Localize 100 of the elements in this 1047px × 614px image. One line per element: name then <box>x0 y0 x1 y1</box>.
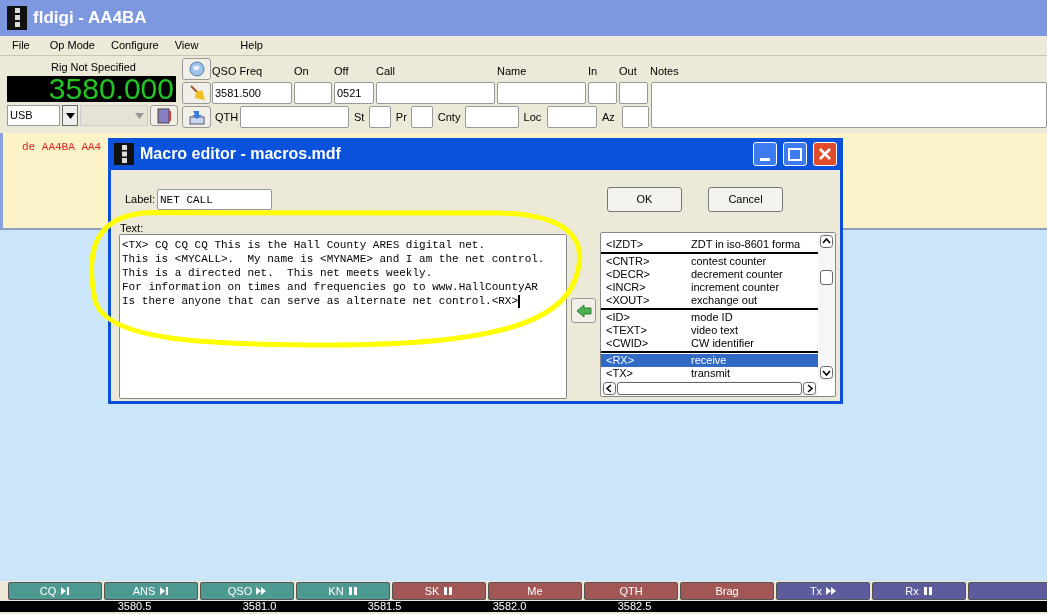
clear-button[interactable] <box>182 82 211 104</box>
scale-label: 3582.0 <box>492 601 527 612</box>
scale-label: 3582.5 <box>617 601 652 612</box>
minimize-button[interactable] <box>753 142 777 166</box>
maximize-button[interactable] <box>783 142 807 166</box>
input-field[interactable] <box>619 82 648 104</box>
list-row[interactable]: <RX> receive <box>601 354 818 367</box>
save-button[interactable] <box>182 106 211 128</box>
macro-tag: <CNTR> <box>606 255 691 268</box>
input-field[interactable] <box>588 82 617 104</box>
step-icon <box>159 586 170 596</box>
left-arrow-icon <box>575 303 592 318</box>
vertical-scrollbar[interactable] <box>818 233 835 381</box>
input-field[interactable] <box>622 106 649 128</box>
logbook-button[interactable] <box>150 105 178 126</box>
globe-icon <box>188 61 205 77</box>
scale-label: 3580.5 <box>117 601 152 612</box>
close-button[interactable] <box>813 142 837 166</box>
list-row[interactable]: <CNTR> contest counter <box>601 255 818 268</box>
macro-button[interactable]: QTH <box>584 582 678 600</box>
input-field[interactable] <box>368 106 391 128</box>
scroll-thumb[interactable] <box>820 269 833 285</box>
field-label: St <box>353 109 366 125</box>
dropdown-button[interactable] <box>62 105 78 126</box>
menu-item[interactable]: Help <box>240 37 263 54</box>
scroll-left-icon <box>603 382 616 395</box>
macro-list[interactable]: <IZDT> ZDT in iso-8601 forma <CNTR> contest counter <DECR> decrement counter <INCR> increment counter <XOUT> exchange out <ID> mode ID <TEXT> video text <CWID> CW identifier <RX> receive <TX> transmit <box>600 232 836 397</box>
macro-button[interactable]: SK <box>392 582 486 600</box>
input-field[interactable]: 0521 <box>334 82 374 104</box>
field-label: Notes <box>650 64 679 79</box>
scale-label: 3581.5 <box>367 601 402 612</box>
fast-forward-icon <box>256 586 267 596</box>
macro-button[interactable]: Brag <box>680 582 774 600</box>
field-label: Off <box>334 64 349 79</box>
text-caption: Text: <box>119 222 144 234</box>
minimize-icon <box>760 158 770 161</box>
field-label: Name <box>497 64 527 79</box>
list-row[interactable]: <ID> mode ID <box>601 311 818 324</box>
macro-description: video text <box>691 324 739 337</box>
macro-description: contest counter <box>691 255 767 268</box>
mode-combo[interactable]: USB <box>7 105 60 126</box>
arrow-icon <box>188 109 205 125</box>
list-row[interactable]: <IZDT> ZDT in iso-8601 forma <box>601 238 818 251</box>
app-icon <box>114 143 134 165</box>
insert-button[interactable] <box>571 298 596 323</box>
dialog-title: Macro editor - macros.mdf <box>140 144 342 164</box>
list-row[interactable]: <TX> transmit <box>601 367 818 380</box>
input-field[interactable] <box>465 106 519 128</box>
input-field[interactable] <box>651 82 1047 128</box>
macro-tag: <INCR> <box>606 281 691 294</box>
text-line: For information on times and frequencies go to www.HallCountyAR <box>122 280 538 294</box>
globe-button[interactable] <box>182 58 211 80</box>
list-row[interactable]: <TEXT> video text <box>601 324 818 337</box>
field-label: Out <box>619 64 637 79</box>
input-field[interactable] <box>410 106 433 128</box>
macro-button[interactable]: Me <box>488 582 582 600</box>
macro-description: exchange out <box>691 294 758 307</box>
scroll-thumb[interactable] <box>617 382 802 395</box>
input-field[interactable] <box>497 82 586 104</box>
text-line: <TX> CQ CQ CQ This is the Hall County ARES digital net. <box>122 238 486 252</box>
horizontal-scrollbar[interactable] <box>601 381 818 396</box>
macro-tag: <IZDT> <box>606 238 691 251</box>
caret-icon <box>65 112 75 119</box>
input-field[interactable] <box>294 82 332 104</box>
field-label: QTH <box>215 109 238 125</box>
menu-item[interactable]: File <box>12 37 30 54</box>
text-area[interactable] <box>119 234 567 399</box>
cancel-button[interactable]: Cancel <box>708 187 783 212</box>
label-caption: Label: <box>125 191 155 207</box>
ok-button[interactable]: OK <box>607 187 682 212</box>
list-row[interactable]: <INCR> increment counter <box>601 281 818 294</box>
input-field[interactable] <box>376 82 495 104</box>
menu-item[interactable]: Op Mode <box>49 37 95 54</box>
menu-item[interactable]: View <box>174 37 199 54</box>
field-label: Loc <box>523 109 543 125</box>
list-row[interactable]: <CWID> CW identifier <box>601 337 818 350</box>
macro-button[interactable]: Tx <box>776 582 870 600</box>
window-title: fldigi - AA4BA <box>33 7 147 30</box>
pause-icon <box>443 586 454 596</box>
broom-icon <box>188 84 205 102</box>
macro-description: increment counter <box>691 281 780 294</box>
input-field[interactable]: 3581.500 <box>212 82 292 104</box>
app-icon <box>7 6 27 30</box>
field-label: Call <box>376 64 395 79</box>
menu-item[interactable]: Configure <box>111 37 159 54</box>
list-row[interactable]: <XOUT> exchange out <box>601 294 818 307</box>
macro-button[interactable]: Rx <box>872 582 966 600</box>
pause-icon <box>922 586 933 596</box>
input-field[interactable] <box>240 106 349 128</box>
field-label: Pr <box>395 109 408 125</box>
list-row[interactable]: <DECR> decrement counter <box>601 268 818 281</box>
label-field[interactable]: NET CALL <box>157 188 272 210</box>
macro-description: mode ID <box>691 311 733 324</box>
text-line: Is there anyone that can serve as alternate net control.<RX> <box>122 294 519 308</box>
macro-tag: <XOUT> <box>606 294 691 307</box>
scroll-up-icon <box>820 235 833 248</box>
frequency-display: 3580.000 <box>7 76 176 102</box>
input-field[interactable] <box>547 106 597 128</box>
macro-description: ZDT in iso-8601 forma <box>691 238 801 251</box>
macro-tag: <RX> <box>606 354 691 367</box>
